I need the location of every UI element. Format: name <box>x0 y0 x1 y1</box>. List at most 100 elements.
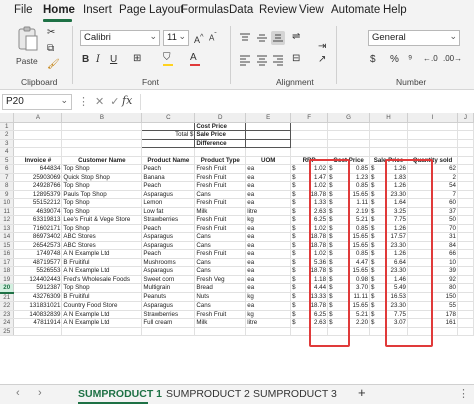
copy-icon[interactable]: ⧉ <box>47 44 54 54</box>
cell[interactable]: Milk <box>194 318 247 328</box>
cell[interactable] <box>13 147 63 157</box>
cell[interactable]: Cans <box>194 241 247 250</box>
cell[interactable]: $1.33 <box>290 198 329 208</box>
cell[interactable] <box>194 327 247 336</box>
align-center-icon[interactable] <box>256 54 268 66</box>
cell[interactable]: 71602171 <box>13 224 63 233</box>
cell[interactable]: ea <box>245 198 292 208</box>
decrease-font-icon[interactable]: Aˇ <box>209 32 217 43</box>
row-header[interactable]: 14 <box>0 232 15 242</box>
cell[interactable] <box>457 147 474 157</box>
font-name-select[interactable]: Calibri ⌄ <box>80 30 160 46</box>
cell[interactable]: ea <box>245 181 292 191</box>
cell[interactable]: $0.85 <box>327 181 371 191</box>
cell[interactable]: $1.02 <box>290 181 329 191</box>
borders-icon[interactable]: ⊞ <box>133 54 141 64</box>
cell[interactable]: 5912387 <box>13 283 63 293</box>
cell[interactable]: Lemon <box>141 198 196 208</box>
summary-label[interactable]: Cost Price <box>194 121 247 131</box>
cell[interactable]: $5.36 <box>290 258 329 267</box>
cell[interactable]: $2.20 <box>327 318 371 328</box>
cell[interactable]: Mushrooms <box>141 258 196 267</box>
summary-label[interactable]: Sale Price <box>194 130 247 140</box>
sheet-tab-sumproduct-3[interactable]: SUMPRODUCT 3 <box>253 388 337 400</box>
cell[interactable] <box>61 327 143 336</box>
cell[interactable]: $2.63 <box>290 207 329 216</box>
cell[interactable] <box>141 327 196 336</box>
cell[interactable]: ea <box>245 241 292 250</box>
cell[interactable]: 55 <box>407 301 458 311</box>
cell[interactable] <box>457 207 474 216</box>
cell[interactable]: $2.63 <box>290 318 329 328</box>
cell[interactable]: $18.78 <box>290 241 329 250</box>
menu-review[interactable]: Review <box>259 4 297 16</box>
cell[interactable]: $1.18 <box>290 275 329 284</box>
cell[interactable]: Multigrain <box>141 283 196 293</box>
cell[interactable]: $1.02 <box>290 164 329 174</box>
cell[interactable]: 178 <box>407 310 458 319</box>
cell[interactable]: Fresh Fruit <box>194 215 247 225</box>
cell[interactable]: 39 <box>407 266 458 276</box>
menu-home[interactable]: Home <box>43 4 75 16</box>
cell[interactable]: 25903069 <box>13 173 63 182</box>
cell[interactable]: A N Example Ltd <box>61 310 143 319</box>
column-title[interactable]: Sale Price <box>369 156 408 165</box>
cell[interactable]: $1.26 <box>369 249 408 259</box>
cell[interactable]: 24928766 <box>13 181 63 191</box>
cell[interactable]: 161 <box>407 318 458 328</box>
column-title[interactable]: Cost Price <box>327 156 371 165</box>
row-header[interactable]: 6 <box>0 164 15 174</box>
chevron-right-icon[interactable]: › <box>38 387 42 399</box>
cell[interactable]: Fresh Fruit <box>194 181 247 191</box>
cell[interactable]: Quick Stop Shop <box>61 173 143 182</box>
cell[interactable] <box>245 130 292 140</box>
cell[interactable]: Top Shop <box>61 181 143 191</box>
column-header-c[interactable]: C <box>141 113 196 123</box>
cell[interactable] <box>457 173 474 182</box>
cell[interactable]: litre <box>245 207 292 216</box>
cell[interactable] <box>290 147 329 157</box>
menu-view[interactable]: View <box>299 4 324 16</box>
cell[interactable]: 644834 <box>13 164 63 174</box>
cell[interactable]: Nuts <box>194 292 247 302</box>
cell[interactable]: ea <box>245 249 292 259</box>
cell[interactable]: $1.02 <box>290 249 329 259</box>
cell[interactable] <box>457 301 474 311</box>
cell[interactable]: $5.49 <box>369 283 408 293</box>
cell[interactable]: Bread <box>194 283 247 293</box>
cell[interactable]: Pauls Top Shop <box>61 190 143 199</box>
cell[interactable]: 26542573 <box>13 241 63 250</box>
summary-label[interactable]: Difference <box>194 138 247 148</box>
increase-decimal-icon[interactable]: ←.0 <box>423 55 438 63</box>
cell[interactable] <box>290 130 329 140</box>
cell[interactable]: 55152212 <box>13 198 63 208</box>
cell[interactable]: 2 <box>407 173 458 182</box>
column-header-a[interactable]: A <box>13 113 63 123</box>
cell[interactable]: $18.78 <box>290 190 329 199</box>
cell[interactable]: Milk <box>194 207 247 216</box>
insert-function-button[interactable]: fx <box>122 94 132 107</box>
cell[interactable]: A N Example Ltd <box>61 318 143 328</box>
cell[interactable]: $2.19 <box>327 207 371 216</box>
cell[interactable]: Fresh Fruit <box>194 224 247 233</box>
row-header[interactable]: 8 <box>0 181 15 191</box>
column-title[interactable]: Product Type <box>194 156 247 165</box>
cell[interactable] <box>61 122 143 131</box>
cancel-icon[interactable]: ✕ <box>95 96 110 108</box>
cell[interactable]: ea <box>245 266 292 276</box>
cell[interactable]: 84 <box>407 241 458 250</box>
row-header[interactable]: 16 <box>0 249 15 259</box>
cell[interactable]: Lee's Fruit & Vege Store <box>61 215 143 225</box>
cell[interactable] <box>457 266 474 276</box>
cell[interactable]: Banana <box>141 173 196 182</box>
add-sheet-button[interactable]: + <box>358 385 366 400</box>
cell[interactable]: 60 <box>407 198 458 208</box>
cell[interactable] <box>369 139 408 148</box>
row-header[interactable]: 13 <box>0 224 15 233</box>
cell[interactable]: ea <box>245 275 292 284</box>
cell[interactable]: Top Shop <box>61 283 143 293</box>
cell[interactable]: Fresh Fruit <box>194 164 247 174</box>
cell[interactable]: 80 <box>407 283 458 293</box>
fill-color-icon[interactable]: ⛉ <box>163 53 173 66</box>
cell[interactable] <box>407 130 458 140</box>
